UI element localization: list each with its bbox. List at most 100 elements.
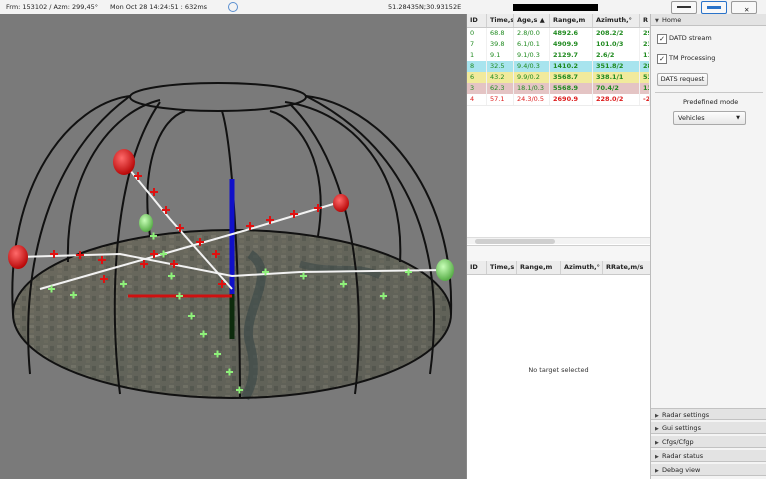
checkmark-icon: ✓ [659,35,665,43]
control-panel: ▼ Home ✓ DATD stream ✓ TM Processing DATS… [650,14,766,479]
home-section-title: Home [662,16,682,24]
cell-age: 6.1/0.1 [514,39,550,50]
datd-stream-label: DATD stream [669,34,712,42]
cfgs-section[interactable]: ▶ Cfgs/Cfgp [651,436,766,448]
col-azimuth[interactable]: Azimuth,° [593,14,640,27]
radar-3d-viewport[interactable] [0,14,466,479]
datd-stream-checkbox[interactable]: ✓ [657,34,667,44]
home-section-header[interactable]: ▼ Home [651,14,766,26]
detail-col-azimuth[interactable]: Azimuth,° [561,261,603,274]
cell-time: 43.2 [487,72,514,83]
cfgs-title: Cfgs/Cfgp [662,438,694,446]
cell-range: 1410.2 [550,61,593,72]
targets-table[interactable]: ID Time,s Age,s ▲ Range,m Azimuth,° R 06… [467,14,650,244]
chevron-right-icon: ▶ [655,440,659,446]
coordinates-readout: 51.28435N;30.93152E [388,3,462,11]
scrollbar-thumb[interactable] [475,239,555,244]
cell-extra: 13. [640,83,650,94]
cell-age: 9.4/0.3 [514,61,550,72]
top-status-bar: Frm: 153102 / Azm: 299,45° Mon Oct 28 14… [0,0,766,15]
radar-status-title: Radar status [662,452,704,460]
cell-time: 68.8 [487,28,514,39]
cell-extra: 23. [640,39,650,50]
cell-range: 5568.9 [550,83,593,94]
table-row[interactable]: 457.124.3/0.52690.9228.0/2-2.4 [467,94,650,106]
minimize-icon [677,6,691,8]
cell-extra: 53. [640,72,650,83]
cell-azimuth: 228.0/2 [593,94,640,105]
target-sphere-red [333,194,349,212]
cell-azimuth: 208.2/2 [593,28,640,39]
target-sphere-green [139,214,153,232]
close-button[interactable]: ✕ [731,1,757,14]
cell-extra: 29.3 [640,28,650,39]
radar-settings-section[interactable]: ▶ Radar settings [651,408,766,420]
tm-processing-checkbox[interactable]: ✓ [657,54,667,64]
cell-age: 9.9/0.2 [514,72,550,83]
chevron-right-icon: ▶ [655,468,659,474]
maximize-button[interactable] [701,1,727,14]
cell-time: 9.1 [487,50,514,61]
detail-table-header: ID Time,s Range,m Azimuth,° RRate,m/s [467,261,650,275]
chevron-down-icon: ▼ [736,115,740,121]
detail-col-range[interactable]: Range,m [517,261,561,274]
cell-range: 4909.9 [550,39,593,50]
cell-range: 4892.6 [550,28,593,39]
cell-id: 4 [467,94,487,105]
redacted-field [513,4,598,11]
cell-extra: 28. [640,61,650,72]
detail-col-id[interactable]: ID [467,261,487,274]
cell-azimuth: 351.8/2 [593,61,640,72]
dats-request-button[interactable]: DATS request [657,73,708,86]
cell-time: 32.5 [487,61,514,72]
cell-azimuth: 338.1/1 [593,72,640,83]
cell-id: 0 [467,28,487,39]
cell-age: 24.3/0.5 [514,94,550,105]
gui-settings-section[interactable]: ▶ Gui settings [651,422,766,434]
cell-extra: -2.4 [640,94,650,105]
cell-range: 3568.7 [550,72,593,83]
detail-col-time[interactable]: Time,s [487,261,517,274]
cell-azimuth: 2.6/2 [593,50,640,61]
target-sphere-green [436,259,454,281]
cell-azimuth: 101.0/3 [593,39,640,50]
cell-age: 9.1/0.3 [514,50,550,61]
chevron-down-icon: ▼ [655,18,659,24]
cell-azimuth: 70.4/2 [593,83,640,94]
gui-settings-title: Gui settings [662,424,701,432]
predefined-mode-label: Predefined mode [683,98,739,106]
detail-col-rrate[interactable]: RRate,m/s [603,261,650,274]
maximize-icon [707,6,721,9]
targets-horizontal-scrollbar[interactable] [467,237,650,244]
cell-time: 57.1 [487,94,514,105]
radar-settings-title: Radar settings [662,411,710,419]
predefined-mode-value: Vehicles [678,114,705,122]
cell-id: 8 [467,61,487,72]
divider [655,92,763,93]
cell-extra: 11. [640,50,650,61]
targets-area: ID Time,s Age,s ▲ Range,m Azimuth,° R 06… [467,14,650,479]
col-time[interactable]: Time,s [487,14,514,27]
minimize-button[interactable] [671,1,697,14]
tm-processing-label: TM Processing [669,54,716,62]
cell-id: 1 [467,50,487,61]
cell-time: 39.8 [487,39,514,50]
checkmark-icon: ✓ [659,55,665,63]
radar-status-section[interactable]: ▶ Radar status [651,450,766,462]
cell-id: 7 [467,39,487,50]
col-id[interactable]: ID [467,14,487,27]
chevron-right-icon: ▶ [655,454,659,460]
datetime-readout: Mon Oct 28 14:24:51 : 632ms [110,3,208,11]
targets-table-header: ID Time,s Age,s ▲ Range,m Azimuth,° R [467,14,650,28]
radar-scene [8,82,454,401]
frame-azimuth-readout: Frm: 153102 / Azm: 299,45° [6,3,98,11]
col-extra[interactable]: R [640,14,650,27]
col-age[interactable]: Age,s ▲ [514,14,550,27]
target-sphere-red [8,245,28,269]
debag-view-title: Debag view [662,466,701,474]
col-range[interactable]: Range,m [550,14,593,27]
debag-view-section[interactable]: ▶ Debag view [651,464,766,476]
predefined-mode-select[interactable]: Vehicles ▼ [673,111,746,125]
cell-time: 62.3 [487,83,514,94]
cell-range: 2690.9 [550,94,593,105]
